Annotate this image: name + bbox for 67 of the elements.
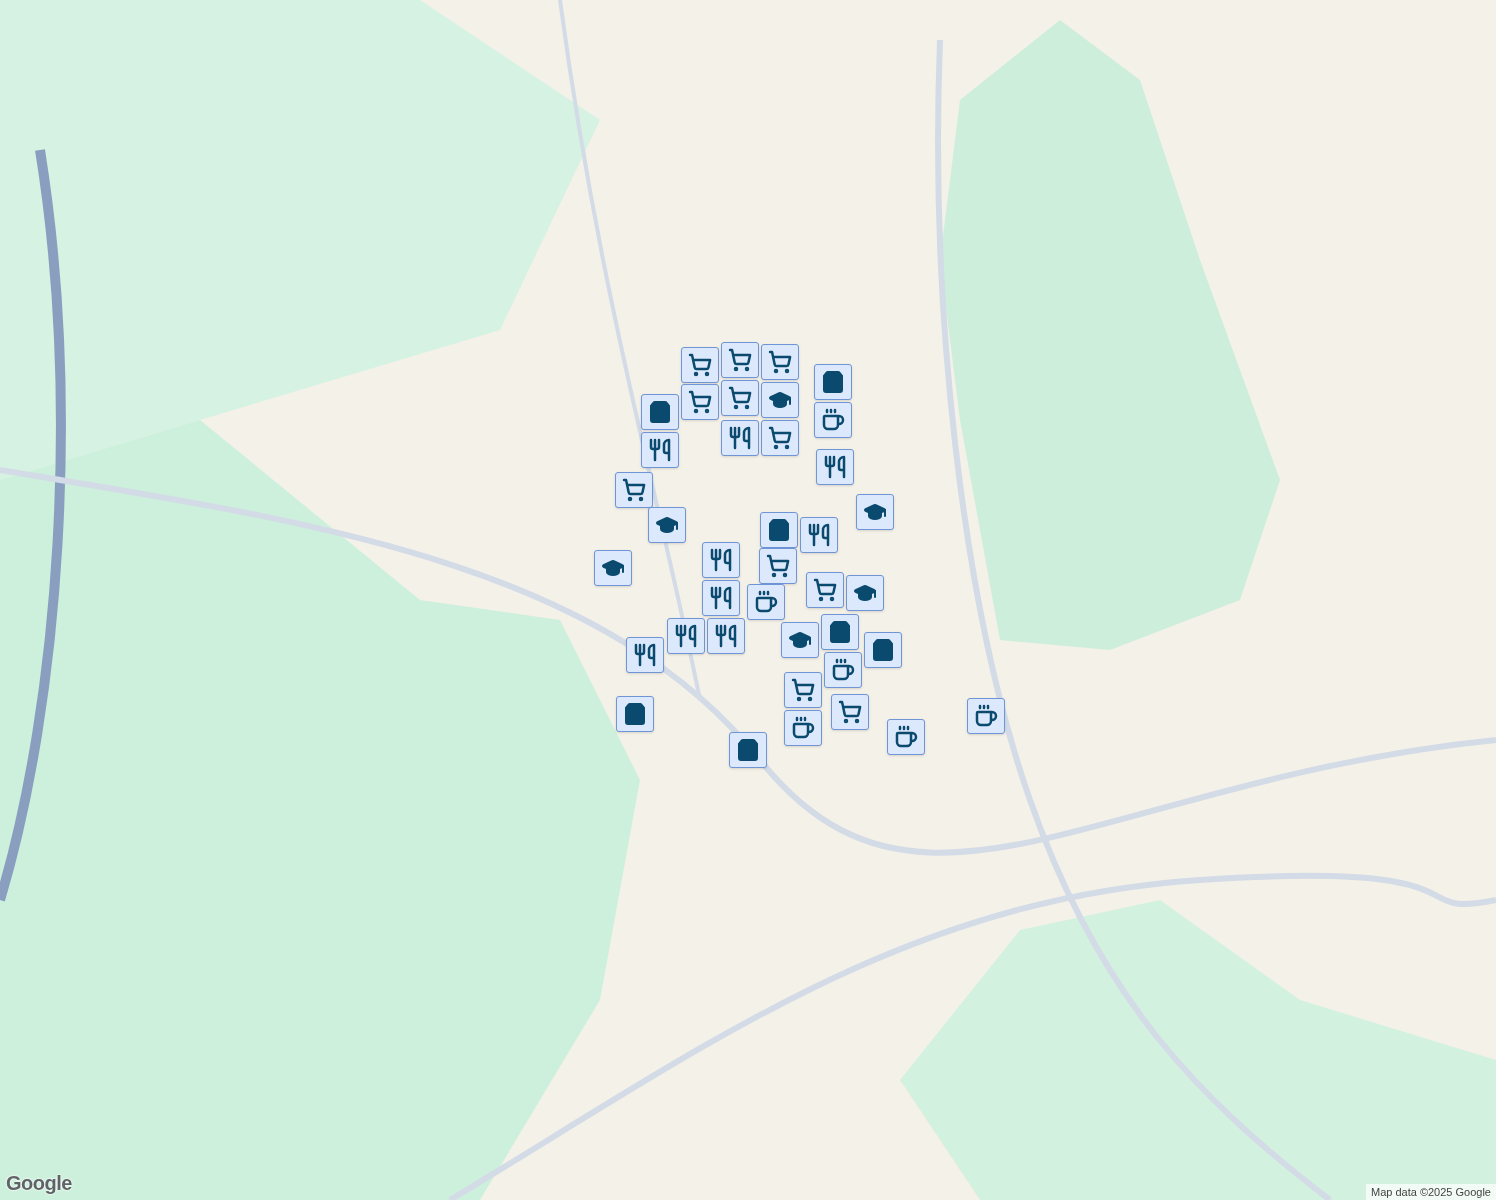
- map-marker[interactable]: [846, 575, 884, 611]
- shopping-cart-icon: [622, 478, 646, 502]
- coffee-cup-icon: [974, 704, 998, 728]
- map-marker[interactable]: [702, 580, 740, 616]
- fork-knife-icon: [633, 643, 657, 667]
- map-marker[interactable]: [721, 420, 759, 456]
- map-marker[interactable]: [831, 694, 869, 730]
- shopping-cart-icon: [791, 678, 815, 702]
- map-marker[interactable]: [702, 542, 740, 578]
- fork-knife-icon: [714, 624, 738, 648]
- map-marker[interactable]: [641, 432, 679, 468]
- map-marker[interactable]: [821, 614, 859, 650]
- coffee-cup-icon: [894, 725, 918, 749]
- coffee-cup-icon: [821, 408, 845, 432]
- map-marker[interactable]: [626, 637, 664, 673]
- shopping-cart-icon: [728, 348, 752, 372]
- fork-knife-icon: [709, 548, 733, 572]
- map-marker[interactable]: [641, 394, 679, 430]
- map-marker[interactable]: [761, 382, 799, 418]
- map-marker[interactable]: [667, 618, 705, 654]
- coffee-cup-icon: [831, 658, 855, 682]
- fork-knife-icon: [823, 455, 847, 479]
- map-marker[interactable]: [824, 652, 862, 688]
- map-marker[interactable]: [784, 710, 822, 746]
- map-marker[interactable]: [759, 548, 797, 584]
- shopping-cart-icon: [688, 353, 712, 377]
- coffee-cup-icon: [754, 590, 778, 614]
- shopping-cart-icon: [688, 390, 712, 414]
- map-marker[interactable]: [615, 472, 653, 508]
- fork-knife-icon: [807, 523, 831, 547]
- coffee-cup-icon: [791, 716, 815, 740]
- fork-knife-icon: [674, 624, 698, 648]
- map-marker[interactable]: [864, 632, 902, 668]
- map-marker[interactable]: [887, 719, 925, 755]
- map-marker[interactable]: [721, 342, 759, 378]
- map-marker[interactable]: [616, 696, 654, 732]
- fork-knife-icon: [728, 426, 752, 450]
- map-attribution: Map data ©2025 Google: [1365, 1184, 1496, 1200]
- map-marker[interactable]: [806, 572, 844, 608]
- map-marker[interactable]: [721, 380, 759, 416]
- map-marker[interactable]: [747, 584, 785, 620]
- map-marker[interactable]: [856, 494, 894, 530]
- map-marker[interactable]: [681, 347, 719, 383]
- shopping-cart-icon: [768, 350, 792, 374]
- map-marker[interactable]: [729, 732, 767, 768]
- fork-knife-icon: [709, 586, 733, 610]
- shopping-cart-icon: [838, 700, 862, 724]
- google-logo: Google: [6, 1171, 72, 1196]
- map-marker[interactable]: [781, 622, 819, 658]
- map-marker[interactable]: [760, 512, 798, 548]
- shopping-cart-icon: [768, 426, 792, 450]
- map-marker[interactable]: [784, 672, 822, 708]
- map-marker[interactable]: [814, 364, 852, 400]
- map-marker[interactable]: [967, 698, 1005, 734]
- fork-knife-icon: [648, 438, 672, 462]
- map-marker[interactable]: [761, 420, 799, 456]
- map-marker[interactable]: [814, 402, 852, 438]
- map-marker[interactable]: [816, 449, 854, 485]
- map-marker[interactable]: [800, 517, 838, 553]
- shopping-cart-icon: [728, 386, 752, 410]
- map-marker[interactable]: [681, 384, 719, 420]
- map-marker[interactable]: [707, 618, 745, 654]
- map-marker[interactable]: [761, 344, 799, 380]
- shopping-cart-icon: [813, 578, 837, 602]
- shopping-cart-icon: [766, 554, 790, 578]
- map-marker[interactable]: [648, 507, 686, 543]
- map-marker[interactable]: [594, 550, 632, 586]
